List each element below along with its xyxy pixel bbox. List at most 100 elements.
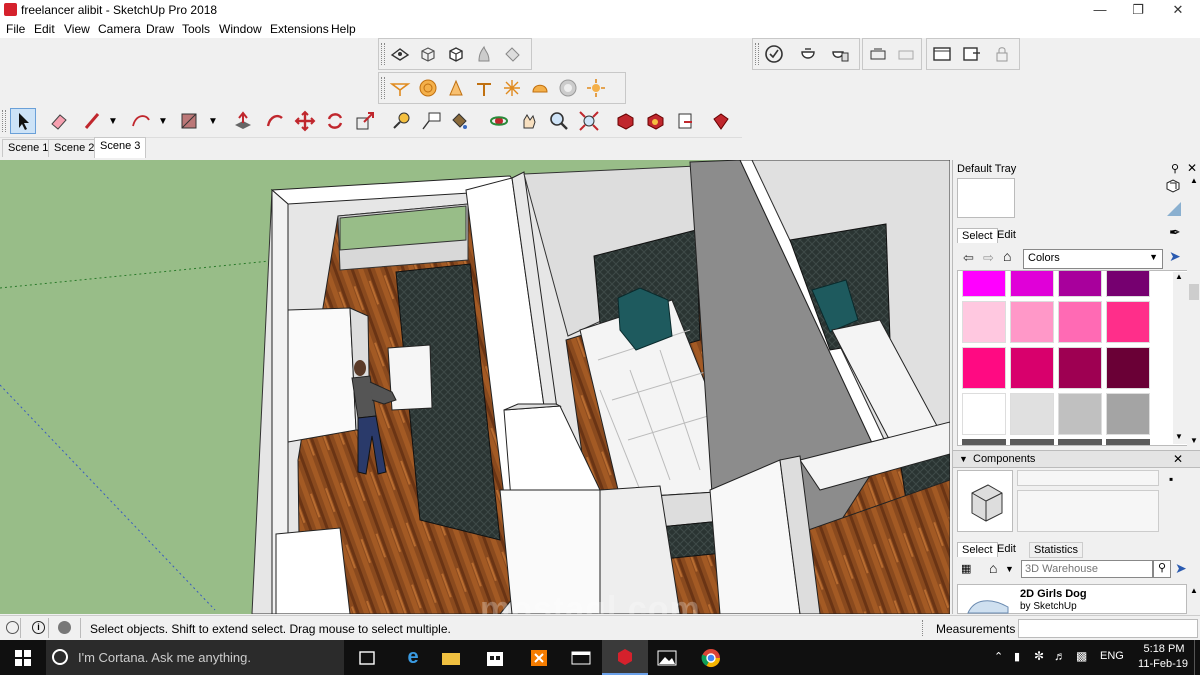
create-material-icon[interactable] [1165,178,1181,194]
menu-extensions[interactable]: Extensions [270,22,329,36]
model-viewport[interactable]: mostaql.com [0,160,950,614]
color-swatch[interactable] [962,393,1006,435]
results-scrollbar[interactable]: ▲ [1187,584,1200,614]
credits-icon[interactable]: i [32,621,45,634]
bottom-view-icon[interactable] [555,75,581,101]
material-library-select[interactable]: Colors ▼ [1023,249,1163,269]
color-swatch[interactable] [1106,393,1150,435]
scroll-thumb[interactable] [1189,284,1199,300]
select-tool-icon[interactable] [10,108,36,134]
color-swatch[interactable] [1058,393,1102,435]
back-view-icon[interactable] [499,75,525,101]
menu-file[interactable]: File [6,22,25,36]
menu-tools[interactable]: Tools [182,22,210,36]
volume-icon[interactable]: ♬ [1054,649,1066,663]
sketchup-taskbar-icon[interactable] [602,640,648,675]
orbit-icon[interactable] [486,108,512,134]
wireframe-icon[interactable] [415,41,441,67]
color-swatch[interactable] [962,271,1006,297]
layer-icon[interactable] [865,41,891,67]
push-pull-icon[interactable] [230,108,256,134]
follow-me-icon[interactable] [262,108,288,134]
check-icon[interactable] [761,41,787,67]
menu-camera[interactable]: Camera [98,22,141,36]
battery-icon[interactable]: ▮ [1014,650,1020,663]
color-swatch[interactable] [1058,439,1102,445]
chrome-icon[interactable] [688,640,734,675]
keyboard-icon[interactable]: ▩ [1076,649,1087,663]
color-swatch[interactable] [1010,439,1054,445]
color-swatch[interactable] [962,347,1006,389]
iso-view-icon[interactable] [387,75,413,101]
chevron-down-icon[interactable]: ▼ [1190,436,1198,445]
scene-tab-2[interactable]: Scene 2 [48,139,101,157]
maximize-button[interactable]: ❐ [1118,0,1158,20]
color-swatch[interactable] [1058,347,1102,389]
text-tool-icon[interactable] [418,108,444,134]
warehouse-icon[interactable] [612,108,638,134]
tray-close-icon[interactable]: ✕ [1187,161,1197,175]
window-export-icon[interactable] [959,41,985,67]
warehouse-search-input[interactable] [1021,560,1153,578]
component-description-field[interactable] [1017,490,1159,532]
details-arrow-icon[interactable]: ➤ [1169,248,1181,265]
language-indicator[interactable]: ENG [1100,650,1124,662]
scene-tab-3[interactable]: Scene 3 [94,137,147,158]
chevron-down-icon[interactable]: ▼ [1175,432,1183,441]
network-icon[interactable]: ✼ [1034,649,1044,663]
home-icon[interactable]: ⌂ [989,560,997,576]
chevron-up-icon[interactable]: ▲ [1190,586,1198,595]
hidden-line-icon[interactable] [443,41,469,67]
window-icon[interactable] [929,41,955,67]
teapot-icon[interactable] [795,41,821,67]
show-desktop-button[interactable] [1194,640,1200,675]
line-tool-icon[interactable] [80,108,106,134]
details-arrow-icon[interactable]: ➤ [1175,560,1187,577]
scale-tool-icon[interactable] [352,108,378,134]
component-details-icon[interactable]: ▪ [1169,472,1173,486]
collapse-icon[interactable]: ▼ [959,454,968,464]
clock-time[interactable]: 5:18 PM [1140,643,1188,655]
color-swatch[interactable] [1010,271,1054,297]
task-view-icon[interactable] [344,640,390,675]
components-panel-header[interactable]: ▼ Components ✕ [953,450,1200,468]
menu-help[interactable]: Help [331,22,356,36]
front-view-icon[interactable] [443,75,469,101]
tray-overflow-icon[interactable]: ⌃ [994,650,1003,663]
clock-date[interactable]: 11-Feb-19 [1136,658,1190,670]
geolocation-icon[interactable] [6,621,19,634]
menu-edit[interactable]: Edit [34,22,55,36]
right-view-icon[interactable] [471,75,497,101]
chevron-down-icon[interactable]: ▼ [108,116,118,127]
component-thumbnail[interactable] [960,589,1016,615]
color-swatch[interactable] [1010,347,1054,389]
shaded-icon[interactable] [471,41,497,67]
forward-arrow-icon[interactable]: ⇨ [983,250,994,266]
user-icon[interactable] [58,621,71,634]
textured-icon[interactable] [499,41,525,67]
sun-icon[interactable] [583,75,609,101]
sketchup-app-icon[interactable] [4,3,17,16]
view-options-icon[interactable]: ▦ [961,562,971,575]
top-view-icon[interactable] [415,75,441,101]
xray-icon[interactable] [387,41,413,67]
layer-off-icon[interactable] [893,41,919,67]
swatch-scrollbar[interactable]: ▲ ▼ [1173,272,1187,444]
color-swatch[interactable] [1106,439,1150,445]
components-tab-select[interactable]: Select [957,542,998,557]
tape-measure-icon[interactable] [388,108,414,134]
paint-bucket-icon[interactable] [446,108,472,134]
extension-warehouse-icon[interactable] [642,108,668,134]
color-swatch[interactable] [1106,301,1150,343]
home-icon[interactable]: ⌂ [1003,248,1011,264]
materials-tab-edit[interactable]: Edit [997,229,1016,241]
menu-view[interactable]: View [64,22,90,36]
xampp-icon[interactable] [516,640,562,675]
color-swatch[interactable] [1106,347,1150,389]
lock-icon[interactable] [989,41,1015,67]
component-name-field[interactable] [1017,470,1159,486]
components-close-icon[interactable]: ✕ [1173,452,1183,466]
components-tab-edit[interactable]: Edit [997,543,1016,555]
color-swatch[interactable] [1010,301,1054,343]
left-view-icon[interactable] [527,75,553,101]
